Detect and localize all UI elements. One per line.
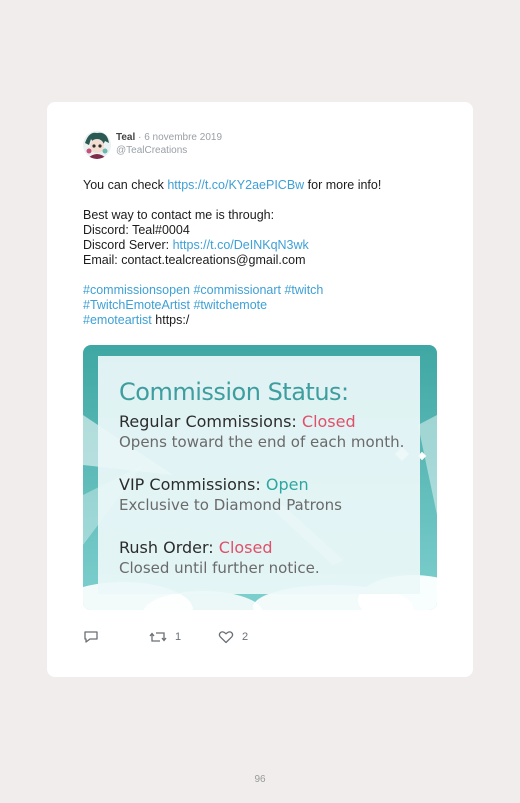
tweet-text-segment: Discord Server: bbox=[83, 238, 173, 252]
tweet-body: You can check https://t.co/KY2aePICBw fo… bbox=[83, 178, 443, 328]
reply-icon bbox=[84, 631, 98, 643]
like-count: 2 bbox=[242, 631, 249, 643]
trailing-url[interactable]: https:/ bbox=[155, 313, 189, 327]
discord-server-link[interactable]: https://t.co/DeINKqN3wk bbox=[173, 238, 309, 252]
regular-status: Closed bbox=[301, 412, 356, 431]
tweet-line: Discord Server: https://t.co/DeINKqN3wk bbox=[83, 238, 443, 253]
regular-label: Regular Commissions: bbox=[119, 412, 302, 431]
tweet-text-segment: You can check bbox=[83, 178, 168, 192]
rush-note: Closed until further notice. bbox=[119, 559, 320, 577]
avatar[interactable] bbox=[83, 131, 111, 159]
page-number: 96 bbox=[254, 774, 266, 785]
hashtag-line: #emoteartist https:/ bbox=[83, 313, 443, 328]
tweet-text-segment: for more info! bbox=[304, 178, 382, 192]
retweet-count: 1 bbox=[175, 631, 182, 643]
like-button[interactable]: 2 bbox=[218, 630, 248, 644]
separator-dot: · bbox=[138, 132, 142, 143]
vip-status: Open bbox=[265, 475, 309, 494]
retweet-icon bbox=[149, 632, 167, 642]
tweet-line: You can check https://t.co/KY2aePICBw fo… bbox=[83, 178, 443, 193]
tweet-line: Discord: Teal#0004 bbox=[83, 223, 190, 237]
author-handle[interactable]: @TealCreations bbox=[116, 145, 187, 156]
tweet-actions: 1 2 bbox=[83, 630, 443, 650]
info-link[interactable]: https://t.co/KY2aePICBw bbox=[167, 178, 304, 192]
tweet-media-image[interactable]: Commission Status: Regular Commissions: … bbox=[83, 345, 437, 610]
hashtag-line[interactable]: #TwitchEmoteArtist #twitchemote bbox=[83, 298, 443, 313]
regular-note: Opens toward the end of each month. bbox=[119, 433, 405, 451]
author-line: Teal · 6 novembre 2019 bbox=[116, 132, 222, 143]
regular-commissions-row: Regular Commissions: Closed bbox=[119, 412, 356, 431]
retweet-button[interactable]: 1 bbox=[149, 630, 181, 644]
rush-label: Rush Order: bbox=[119, 538, 219, 557]
hashtag-line[interactable]: #commissionsopen #commissionart #twitch bbox=[83, 283, 443, 298]
tweet-date[interactable]: 6 novembre 2019 bbox=[144, 132, 222, 143]
tweet-line: Best way to contact me is through: bbox=[83, 208, 275, 222]
vip-commissions-row: VIP Commissions: Open bbox=[119, 475, 309, 494]
heart-icon bbox=[218, 631, 234, 644]
vip-label: VIP Commissions: bbox=[119, 475, 266, 494]
tweet-line: Email: contact.tealcreations@gmail.com bbox=[83, 253, 306, 267]
commission-status-panel: Commission Status: Regular Commissions: … bbox=[98, 356, 420, 594]
author-name[interactable]: Teal bbox=[116, 132, 135, 143]
vip-note: Exclusive to Diamond Patrons bbox=[119, 496, 342, 514]
reply-button[interactable] bbox=[83, 630, 99, 644]
rush-order-row: Rush Order: Closed bbox=[119, 538, 273, 557]
hashtag-emoteartist[interactable]: #emoteartist bbox=[83, 313, 152, 327]
rush-status: Closed bbox=[218, 538, 273, 557]
commission-status-title: Commission Status: bbox=[119, 378, 349, 406]
tweet-card: Teal · 6 novembre 2019 @TealCreations Yo… bbox=[47, 102, 473, 677]
